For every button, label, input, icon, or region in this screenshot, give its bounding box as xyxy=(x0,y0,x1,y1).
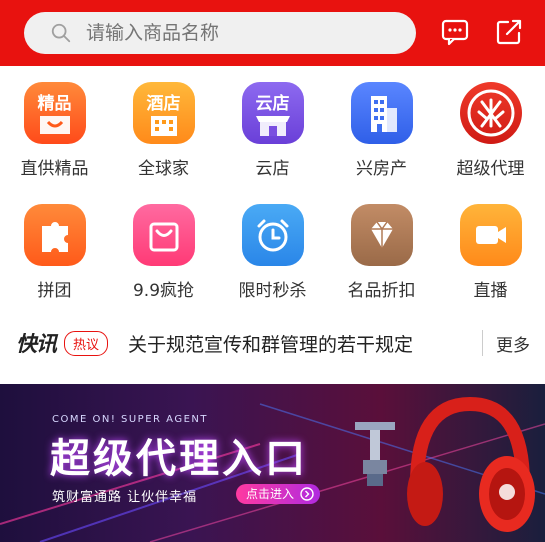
category-item-flash-sale[interactable]: 限时秒杀 xyxy=(218,204,327,301)
banner-title: 超级代理入口 xyxy=(50,436,308,482)
diamond-icon xyxy=(350,204,413,266)
puzzle-icon xyxy=(23,204,86,266)
search-icon xyxy=(51,23,71,43)
divider xyxy=(482,330,483,356)
category-label: 云店 xyxy=(255,159,290,179)
building-icon xyxy=(350,82,413,144)
category-item-flash-deal[interactable]: 9.9疯抢 xyxy=(109,204,218,301)
search-input[interactable] xyxy=(86,22,386,44)
news-ticker[interactable]: 快讯 热议 关于规范宣传和群管理的若干规定 更多 xyxy=(0,318,545,368)
agent-icon xyxy=(459,82,522,144)
more-link[interactable]: 更多 xyxy=(496,331,530,356)
category-label: 名品折扣 xyxy=(347,281,416,301)
hotel-icon: 酒店 xyxy=(132,82,195,144)
category-label: 直播 xyxy=(473,281,508,301)
category-item-selected-goods[interactable]: 精品 直供精品 xyxy=(0,82,109,179)
news-headline[interactable]: 关于规范宣传和群管理的若干规定 xyxy=(128,330,413,357)
arrow-right-icon xyxy=(300,487,314,501)
store-icon: 云店 xyxy=(241,82,304,144)
category-row-1: 精品 直供精品 酒店 全球家 云店 云店 兴房产 超级代理 xyxy=(0,82,545,202)
category-item-super-agent[interactable]: 超级代理 xyxy=(436,82,545,179)
category-item-brand-discount[interactable]: 名品折扣 xyxy=(327,204,436,301)
super-agent-banner[interactable]: COME ON! SUPER AGENT 超级代理入口 筑财富通路 让伙伴幸福 … xyxy=(0,384,545,542)
enter-button[interactable]: 点击进入 xyxy=(236,484,321,504)
enter-button-label: 点击进入 xyxy=(246,487,295,501)
banner-slogan: 筑财富通路 让伙伴幸福 xyxy=(52,490,198,505)
category-label: 限时秒杀 xyxy=(238,281,307,301)
category-item-live[interactable]: 直播 xyxy=(436,204,545,301)
news-logo: 快讯 xyxy=(16,332,57,356)
alarm-clock-icon xyxy=(241,204,304,266)
category-label: 全球家 xyxy=(138,159,189,179)
header-bar xyxy=(0,0,545,66)
search-bar[interactable] xyxy=(24,12,416,54)
category-item-global-home[interactable]: 酒店 全球家 xyxy=(109,82,218,179)
category-item-real-estate[interactable]: 兴房产 xyxy=(327,82,436,179)
category-item-cloud-store[interactable]: 云店 云店 xyxy=(218,82,327,179)
video-camera-icon xyxy=(459,204,522,266)
headphones-icon xyxy=(407,396,535,532)
category-label: 直供精品 xyxy=(20,159,89,179)
category-label: 拼团 xyxy=(37,281,72,301)
message-icon[interactable] xyxy=(440,17,470,47)
category-item-group-buy[interactable]: 拼团 xyxy=(0,204,109,301)
category-label: 9.9疯抢 xyxy=(132,281,195,301)
banner-subtitle: COME ON! SUPER AGENT xyxy=(52,414,208,425)
category-label: 兴房产 xyxy=(356,159,407,179)
hot-badge: 热议 xyxy=(64,330,109,356)
category-row-2: 拼团 9.9疯抢 限时秒杀 名品折扣 直播 xyxy=(0,204,545,324)
category-label: 超级代理 xyxy=(456,159,525,179)
bag-icon: 精品 xyxy=(23,82,86,144)
shopping-bag-icon xyxy=(132,204,195,266)
share-icon[interactable] xyxy=(494,17,524,47)
